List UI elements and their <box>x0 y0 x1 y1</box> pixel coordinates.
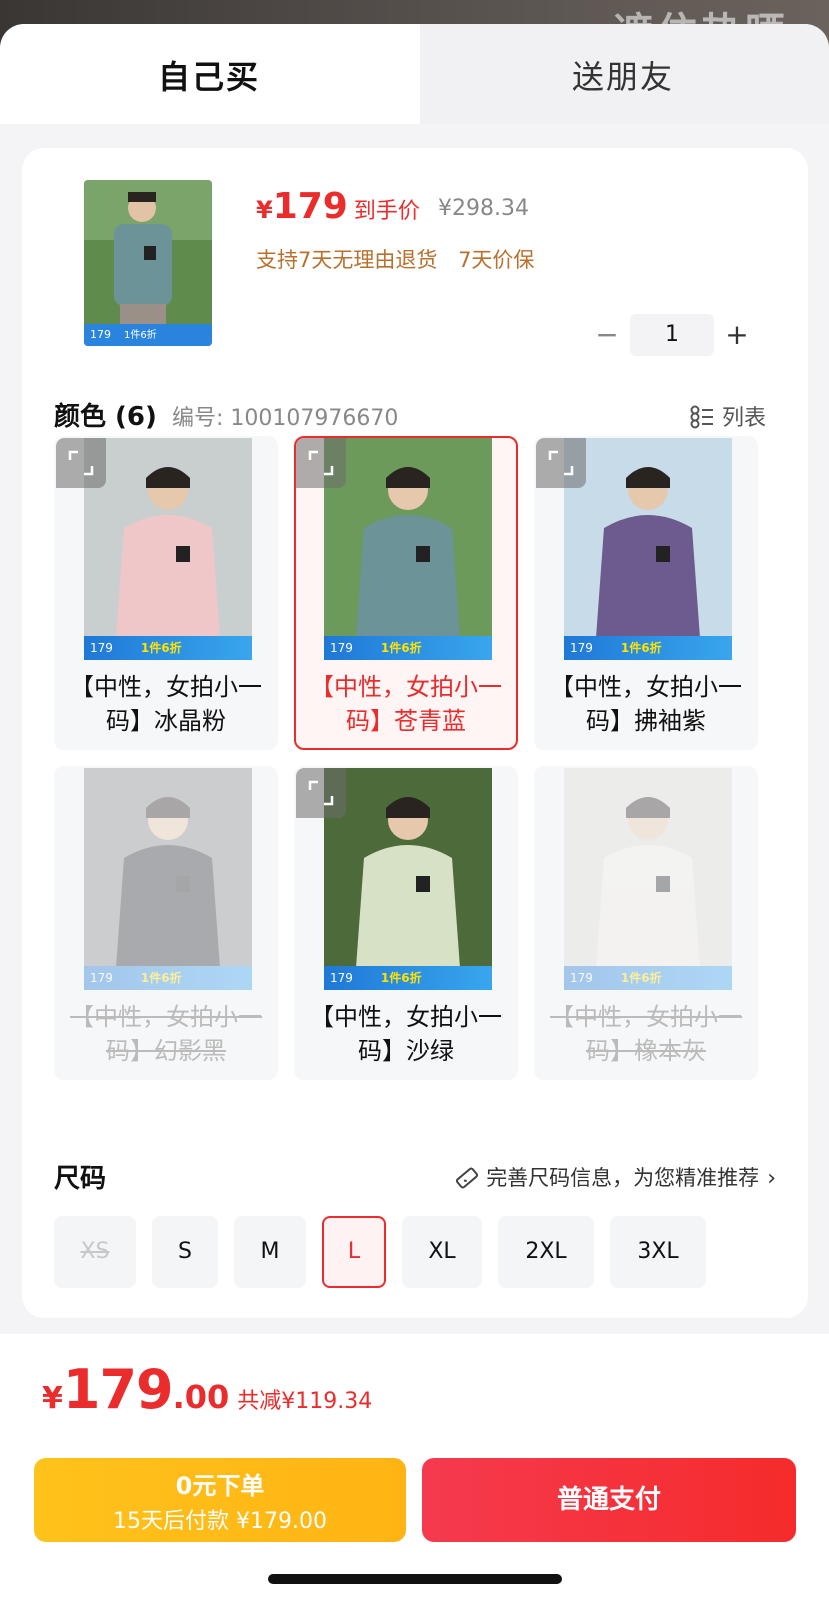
color-option[interactable]: 179 1件6折【中性，女拍小一码】拂袖紫 <box>534 436 758 750</box>
list-toggle-label: 列表 <box>721 406 766 431</box>
color-option-image: 179 1件6折 <box>84 438 252 660</box>
total-currency: ¥ <box>42 1381 63 1416</box>
quantity-value[interactable]: 1 <box>630 314 714 356</box>
promo-banner: 179 1件6折 <box>84 636 252 660</box>
normal-pay-button[interactable]: 普通支付 <box>422 1458 796 1542</box>
image-price-badge: 179 <box>570 641 593 655</box>
color-option-label: 【中性，女拍小一码】沙绿 <box>310 1003 502 1065</box>
expand-image-icon[interactable] <box>536 438 586 488</box>
promise-price-protect: 7天价保 <box>458 248 535 272</box>
color-option: 179 1件6折【中性，女拍小一码】橡本灰 <box>534 766 758 1080</box>
size-section-title: 尺码 <box>54 1164 107 1194</box>
color-option-image: 179 1件6折 <box>324 438 492 660</box>
product-card: 179 1件6折 ¥179 到手价 ¥298.34 支持7天无理由退货 7天价保 … <box>22 148 808 1318</box>
promo-banner: 179 1件6折 <box>564 636 732 660</box>
size-option: XS <box>54 1216 136 1288</box>
size-option[interactable]: M <box>234 1216 306 1288</box>
color-section-header: 颜色 (6) 编号: 100107976670 <box>54 396 398 433</box>
color-option: 179 1件6折【中性，女拍小一码】幻影黑 <box>54 766 278 1080</box>
color-option[interactable]: 179 1件6折【中性，女拍小一码】沙绿 <box>294 766 518 1080</box>
chevron-right-icon: › <box>767 1166 776 1191</box>
size-option[interactable]: XL <box>402 1216 482 1288</box>
image-price-badge: 179 <box>90 971 113 985</box>
image-promo-text: 1件6折 <box>380 641 422 655</box>
ruler-icon <box>454 1165 480 1191</box>
color-option-image: 179 1件6折 <box>564 768 732 990</box>
price-tag: 到手价 <box>353 199 420 224</box>
total-price: ¥179.00 共减¥119.34 <box>42 1358 372 1421</box>
bnpl-line2: 15天后付款 ¥179.00 <box>113 1509 327 1534</box>
total-savings: 共减¥119.34 <box>237 1389 373 1414</box>
size-option[interactable]: L <box>322 1216 386 1288</box>
promo-banner: 179 1件6折 <box>84 966 252 990</box>
image-promo-text: 1件6折 <box>620 971 662 985</box>
bnpl-line1: 0元下单 <box>175 1472 265 1500</box>
home-indicator <box>268 1574 562 1584</box>
tab-gift-friend-label[interactable]: 送朋友 <box>572 52 674 98</box>
color-option-label: 【中性，女拍小一码】苍青蓝 <box>310 673 502 735</box>
list-icon <box>690 405 714 429</box>
zero-down-order-button[interactable]: 0元下单 15天后付款 ¥179.00 <box>34 1458 406 1542</box>
total-int: 179 <box>62 1358 174 1421</box>
increase-button[interactable]: + <box>720 314 754 356</box>
expand-image-icon[interactable] <box>296 438 346 488</box>
size-option[interactable]: 3XL <box>610 1216 706 1288</box>
thumb-promo: 1件6折 <box>124 328 157 341</box>
tab-self-buy-label[interactable]: 自己买 <box>158 52 260 98</box>
image-promo-text: 1件6折 <box>620 641 662 655</box>
original-price: ¥298.34 <box>438 196 529 221</box>
color-option-image: 179 1件6折 <box>324 768 492 990</box>
promise-return: 支持7天无理由退货 <box>256 248 438 272</box>
thumb-price-badge: 179 <box>90 328 111 341</box>
color-option-label: 【中性，女拍小一码】橡本灰 <box>550 1003 742 1065</box>
size-option[interactable]: 2XL <box>498 1216 594 1288</box>
service-promises: 支持7天无理由退货 7天价保 <box>256 244 548 274</box>
expand-image-icon[interactable] <box>56 438 106 488</box>
promo-banner: 179 1件6折 <box>324 966 492 990</box>
color-option[interactable]: 179 1件6折【中性，女拍小一码】苍青蓝 <box>294 436 518 750</box>
purchase-sheet: 自己买 送朋友 179 1件6折 ¥179 到手价 ¥298.34 支持7天无理由… <box>0 24 829 1605</box>
tab-bar: 自己买 送朋友 <box>0 24 829 124</box>
image-price-badge: 179 <box>90 641 113 655</box>
color-option-image: 179 1件6折 <box>84 768 252 990</box>
color-section-title: 颜色 (6) <box>54 402 157 432</box>
color-option-image: 179 1件6折 <box>564 438 732 660</box>
color-option-label: 【中性，女拍小一码】幻影黑 <box>70 1003 262 1065</box>
price-currency: ¥ <box>256 196 273 224</box>
image-promo-text: 1件6折 <box>140 641 182 655</box>
product-thumbnail[interactable]: 179 1件6折 <box>84 180 212 346</box>
checkout-bar: ¥179.00 共减¥119.34 0元下单 15天后付款 ¥179.00 普通支… <box>0 1334 829 1605</box>
product-code: 编号: 100107976670 <box>172 406 399 431</box>
total-dec: .00 <box>172 1378 230 1416</box>
size-recommend-link[interactable]: 完善尺码信息，为您精准推荐 › <box>454 1162 776 1192</box>
color-option-label: 【中性，女拍小一码】冰晶粉 <box>70 673 262 735</box>
promo-banner: 179 1件6折 <box>564 966 732 990</box>
image-price-badge: 179 <box>330 641 353 655</box>
price-value: 179 <box>272 186 348 227</box>
color-option-label: 【中性，女拍小一码】拂袖紫 <box>550 673 742 735</box>
decrease-button[interactable]: − <box>592 314 622 356</box>
final-price: ¥179 到手价 <box>256 186 420 227</box>
list-view-toggle[interactable]: 列表 <box>690 400 766 432</box>
image-price-badge: 179 <box>330 971 353 985</box>
image-promo-text: 1件6折 <box>380 971 422 985</box>
image-price-badge: 179 <box>570 971 593 985</box>
size-option[interactable]: S <box>152 1216 218 1288</box>
promo-banner: 179 1件6折 <box>324 636 492 660</box>
size-tip-text: 完善尺码信息，为您精准推荐 <box>486 1166 760 1190</box>
expand-image-icon[interactable] <box>296 768 346 818</box>
image-promo-text: 1件6折 <box>140 971 182 985</box>
color-option[interactable]: 179 1件6折【中性，女拍小一码】冰晶粉 <box>54 436 278 750</box>
